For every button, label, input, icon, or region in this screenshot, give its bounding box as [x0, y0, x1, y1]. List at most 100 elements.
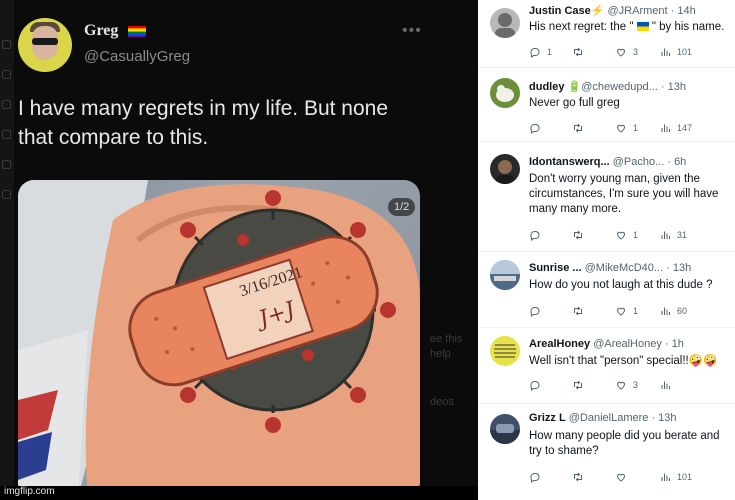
reply-timestamp[interactable]: · 6h — [667, 156, 686, 168]
reply-item[interactable]: Justin Case⚡ @JRArment · 14h His next re… — [478, 0, 735, 68]
retweet-action[interactable] — [572, 305, 590, 317]
reply-text: Well isn't that "person" special!!🤪🤪 — [529, 355, 718, 367]
reply-actions: 1 147 — [529, 122, 729, 136]
views-action[interactable]: 60 — [659, 305, 687, 317]
like-count: 1 — [633, 123, 639, 133]
reply-author-name[interactable]: Idontanswerq... — [529, 156, 610, 168]
reply-header: Grizz L @DanielLamere · 13h — [529, 412, 677, 424]
reply-author-handle[interactable]: @JRArment — [608, 5, 668, 17]
reply-author-name[interactable]: dudley — [529, 81, 564, 93]
reply-timestamp[interactable]: · 13h — [651, 412, 676, 424]
avatar[interactable] — [490, 336, 520, 366]
avatar[interactable] — [490, 260, 520, 290]
retweet-icon — [572, 122, 584, 134]
avatar[interactable] — [490, 78, 520, 108]
views-action[interactable] — [659, 379, 677, 391]
like-action[interactable]: 1 — [615, 229, 638, 241]
image-counter-badge: 1/2 — [388, 198, 416, 216]
views-action[interactable]: 101 — [659, 46, 692, 58]
reply-text: Don't worry young man, given the circums… — [529, 173, 719, 215]
reply-action[interactable] — [529, 379, 547, 391]
heart-icon — [615, 46, 627, 58]
reply-author-name[interactable]: Justin Case — [529, 5, 591, 17]
background-fragment: help — [430, 348, 451, 360]
like-count: 3 — [633, 47, 639, 57]
views-icon — [659, 471, 671, 483]
reply-action[interactable]: 1 — [529, 46, 552, 58]
views-action[interactable]: 101 — [659, 471, 692, 483]
avatar[interactable] — [490, 154, 520, 184]
retweet-icon — [572, 379, 584, 391]
retweet-action[interactable] — [572, 471, 590, 483]
reply-icon — [529, 122, 541, 134]
like-action[interactable]: 1 — [615, 305, 638, 317]
reply-header: ArealHoney @ArealHoney · 1h — [529, 338, 684, 350]
reply-action[interactable] — [529, 471, 547, 483]
avatar[interactable] — [490, 414, 520, 444]
reply-author-handle[interactable]: @chewedupd... — [581, 81, 658, 93]
tattoo-photo[interactable]: 3/16/2021 J+J 1/2 — [18, 180, 420, 498]
reply-timestamp[interactable]: · 13h — [661, 81, 686, 93]
reply-timestamp[interactable]: · 14h — [671, 5, 696, 17]
retweet-icon — [572, 305, 584, 317]
reply-text: Never go full greg — [529, 97, 620, 109]
like-action[interactable]: 3 — [615, 379, 638, 391]
avatar[interactable] — [490, 8, 520, 38]
reply-item[interactable]: ArealHoney @ArealHoney · 1h Well isn't t… — [478, 328, 735, 404]
retweet-action[interactable] — [572, 122, 590, 134]
views-action[interactable]: 147 — [659, 122, 692, 134]
reply-author-handle[interactable]: @MikeMcD40... — [585, 262, 663, 274]
battery-icon: 🔋 — [567, 81, 582, 93]
reply-text: How do you not laugh at this dude ? — [529, 279, 713, 291]
reply-author-name[interactable]: ArealHoney — [529, 338, 590, 350]
reply-count: 1 — [547, 47, 553, 57]
views-count: 31 — [677, 230, 688, 240]
retweet-action[interactable] — [572, 229, 590, 241]
rainbow-flag-icon — [128, 26, 146, 37]
like-action[interactable]: 1 — [615, 122, 638, 134]
views-count: 147 — [677, 123, 693, 133]
reply-icon — [529, 46, 541, 58]
like-count: 1 — [633, 230, 639, 240]
heart-icon — [615, 122, 627, 134]
retweet-icon — [572, 471, 584, 483]
views-icon — [659, 229, 671, 241]
reply-author-handle[interactable]: @ArealHoney — [593, 338, 662, 350]
reply-item[interactable]: Idontanswerq... @Pacho... · 6h Don't wor… — [478, 142, 735, 252]
more-options-icon[interactable]: ••• — [402, 22, 422, 40]
reply-actions: 101 — [529, 471, 729, 485]
reply-header: Justin Case⚡ @JRArment · 14h — [529, 4, 696, 17]
tweet-author-handle: @CasuallyGreg — [84, 48, 191, 65]
reply-actions: 1 3 101 — [529, 46, 729, 60]
original-tweet-screenshot: Greg @CasuallyGreg ••• I have many regre… — [0, 0, 478, 500]
like-action[interactable]: 3 — [615, 46, 638, 58]
reply-action[interactable] — [529, 305, 547, 317]
reply-item[interactable]: dudley 🔋@chewedupd... · 13h Never go ful… — [478, 68, 735, 142]
reply-author-name[interactable]: Sunrise ... — [529, 262, 582, 274]
reply-action[interactable] — [529, 122, 547, 134]
retweet-icon — [572, 46, 584, 58]
reply-timestamp[interactable]: · 1h — [665, 338, 684, 350]
views-count: 101 — [677, 472, 693, 482]
retweet-action[interactable] — [572, 46, 590, 58]
reply-action[interactable] — [529, 229, 547, 241]
reply-author-handle[interactable]: @DanielLamere — [569, 412, 649, 424]
views-action[interactable]: 31 — [659, 229, 687, 241]
retweet-action[interactable] — [572, 379, 590, 391]
reply-timestamp[interactable]: · 13h — [666, 262, 691, 274]
views-icon — [659, 305, 671, 317]
tattoo-illustration: 3/16/2021 J+J — [18, 180, 420, 498]
greg-avatar — [18, 18, 72, 72]
reply-item[interactable]: Grizz L @DanielLamere · 13h How many peo… — [478, 404, 735, 500]
ukraine-flag-icon — [636, 22, 649, 31]
like-action[interactable] — [615, 471, 633, 483]
tweet-text: I have many regrets in my life. But none… — [18, 97, 389, 149]
reply-author-name[interactable]: Grizz L — [529, 412, 566, 424]
lightning-icon: ⚡ — [590, 5, 605, 17]
reply-item[interactable]: Sunrise ... @MikeMcD40... · 13h How do y… — [478, 252, 735, 328]
reply-author-handle[interactable]: @Pacho... — [613, 156, 665, 168]
like-count: 1 — [633, 306, 639, 316]
background-fragment: ee this — [430, 333, 463, 345]
reply-actions: 3 — [529, 379, 729, 393]
imgflip-watermark: imgflip.com — [4, 486, 55, 497]
